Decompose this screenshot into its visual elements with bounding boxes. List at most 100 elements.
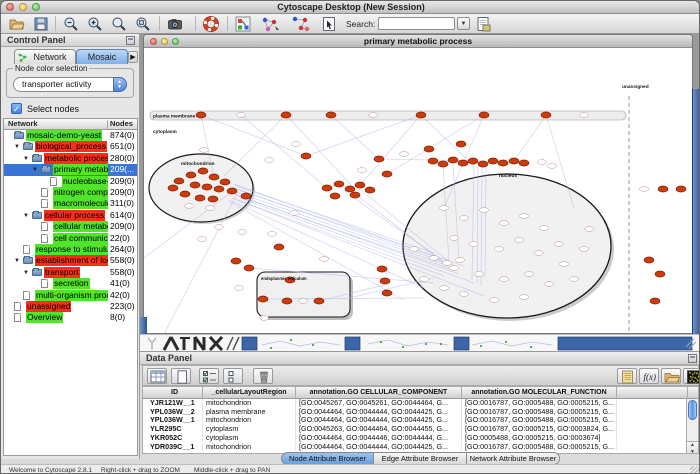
table-cell[interactable]: plasma membrane (203, 408, 296, 417)
network-node-red[interactable] (190, 182, 200, 188)
network-node-red[interactable] (168, 185, 178, 191)
network-node-white[interactable] (185, 204, 194, 209)
network-node-red[interactable] (227, 188, 237, 194)
table-cell[interactable]: [GO:0045263, GO:0044464, GO:0044455, G..… (296, 425, 462, 434)
network-node-red[interactable] (488, 158, 498, 164)
network-node-white[interactable] (470, 242, 479, 247)
network-node-white[interactable] (525, 272, 534, 277)
network-node-white[interactable] (580, 247, 589, 252)
network-node-white[interactable] (580, 113, 589, 118)
region-plasma-membrane[interactable] (150, 111, 626, 120)
attribute-batch-button[interactable] (617, 368, 637, 384)
network-node-red[interactable] (380, 278, 390, 284)
table-cell[interactable]: mitochondrion (203, 443, 296, 452)
network-node-red[interactable] (478, 161, 488, 167)
network-node-white[interactable] (440, 286, 449, 291)
network-node-red[interactable] (541, 112, 551, 118)
network-node-white[interactable] (520, 214, 529, 219)
tree-row[interactable]: ▼transport558(0) (4, 267, 137, 278)
table-cell[interactable]: mitochondrion (203, 399, 296, 408)
import-attributes-icon[interactable] (475, 16, 491, 32)
table-row[interactable]: YPL036W__2plasma membrane[GO:0044464, GO… (143, 408, 688, 417)
select-attributes-button[interactable] (199, 368, 219, 384)
network-node-white[interactable] (540, 226, 549, 231)
table-cell[interactable]: mitochondrion (203, 416, 296, 425)
network-node-white[interactable] (238, 230, 247, 235)
table-column-header[interactable]: _cellularLayoutRegion (203, 387, 296, 399)
table-cell[interactable]: cytoplasm (203, 434, 296, 443)
table-cell[interactable]: YPL036W__2 (147, 408, 203, 417)
network-node-white[interactable] (299, 299, 308, 304)
float-panel-icon[interactable] (126, 36, 135, 45)
network-node-white[interactable] (206, 206, 215, 211)
network-node-white[interactable] (560, 262, 569, 267)
network-node-white[interactable] (585, 227, 594, 232)
network-node-red[interactable] (231, 258, 241, 264)
network-node-red[interactable] (281, 112, 291, 118)
network-node-red[interactable] (456, 141, 466, 147)
tree-row[interactable]: ▼establishment of localization558(0) (4, 255, 137, 266)
tree-row[interactable]: multi-organism process42(0) (4, 290, 137, 301)
tree-row[interactable]: nitrogen compound metabolic process209(0… (4, 187, 137, 198)
network-node-white[interactable] (200, 148, 209, 153)
network-node-red[interactable] (365, 187, 375, 193)
network-node-white[interactable] (369, 113, 378, 118)
network-node-white[interactable] (570, 277, 579, 282)
layout-attribute-icon[interactable] (291, 16, 311, 32)
network-node-red[interactable] (498, 160, 508, 166)
network-node-white[interactable] (515, 238, 524, 243)
network-node-red[interactable] (438, 161, 448, 167)
table-row[interactable]: YDR039C__1mitochondrion[GO:0044464, GO:0… (143, 443, 688, 452)
network-node-red[interactable] (174, 178, 184, 184)
tree-row[interactable]: secretion41(0) (4, 278, 137, 289)
network-node-white[interactable] (475, 272, 484, 277)
table-row[interactable]: YLR295Ccytoplasm[GO:0045263, GO:0044464,… (143, 425, 688, 434)
network-view-titlebar[interactable]: primary metabolic process (144, 35, 692, 48)
scrollbar-arrows[interactable]: ▲▼ (687, 441, 698, 454)
network-node-red[interactable] (241, 193, 251, 199)
network-node-red[interactable] (655, 271, 665, 277)
disclosure-icon[interactable]: ▼ (32, 165, 38, 176)
network-node-white[interactable] (495, 247, 504, 252)
network-node-red[interactable] (334, 181, 344, 187)
network-node-red[interactable] (208, 196, 218, 202)
layout-spring-icon[interactable] (261, 16, 281, 32)
network-node-red[interactable] (282, 298, 292, 304)
network-node-white[interactable] (500, 277, 509, 282)
network-node-white[interactable] (292, 142, 301, 147)
search-input[interactable] (378, 17, 455, 30)
network-node-red[interactable] (326, 112, 336, 118)
table-cell[interactable]: [GO:0016787, GO:0005215, GO:0003824, G..… (462, 425, 617, 434)
table-cell[interactable]: [GO:0016787, GO:0005488, GO:0005215, G..… (462, 408, 617, 417)
network-node-white[interactable] (215, 225, 224, 230)
network-node-white[interactable] (460, 292, 469, 297)
table-cell[interactable]: cytoplasm (203, 425, 296, 434)
network-node-white[interactable] (538, 160, 547, 165)
region-nucleus[interactable] (403, 174, 611, 318)
table-cell[interactable]: [GO:0016787, GO:0005488, GO:0005215, G..… (462, 399, 617, 408)
table-cell[interactable]: [GO:0045267, GO:0045261, GO:0044464, G..… (296, 399, 462, 408)
scrollbar-thumb[interactable] (688, 400, 697, 420)
network-node-white[interactable] (420, 277, 429, 282)
network-node-red[interactable] (644, 257, 654, 263)
table-cell[interactable]: YPL036W__1 (147, 416, 203, 425)
disclosure-icon[interactable]: ▼ (14, 142, 20, 153)
network-node-red[interactable] (377, 266, 387, 272)
network-node-red[interactable] (180, 191, 190, 197)
background-window-titlebars[interactable] (242, 337, 692, 350)
tree-row[interactable]: unassigned223(0) (4, 301, 137, 312)
network-node-red[interactable] (355, 182, 365, 188)
tree-row[interactable]: ▼metabolic process280(0) (4, 153, 137, 164)
tree-row[interactable]: ▼biological_process651(0) (4, 141, 137, 152)
select-mode-icon[interactable] (321, 16, 337, 32)
tree-row[interactable]: ▼cellular process614(0) (4, 210, 137, 221)
network-node-white[interactable] (535, 251, 544, 256)
zoom-fit-icon[interactable] (135, 16, 151, 32)
disclosure-icon[interactable]: ▼ (14, 256, 20, 267)
network-node-red[interactable] (458, 160, 468, 166)
tree-row[interactable]: Overview8(0) (4, 312, 137, 323)
network-node-red[interactable] (374, 156, 384, 162)
network-node-white[interactable] (440, 206, 449, 211)
select-nodes-checkbox[interactable]: ✓ (11, 103, 22, 114)
network-node-red[interactable] (258, 296, 268, 302)
